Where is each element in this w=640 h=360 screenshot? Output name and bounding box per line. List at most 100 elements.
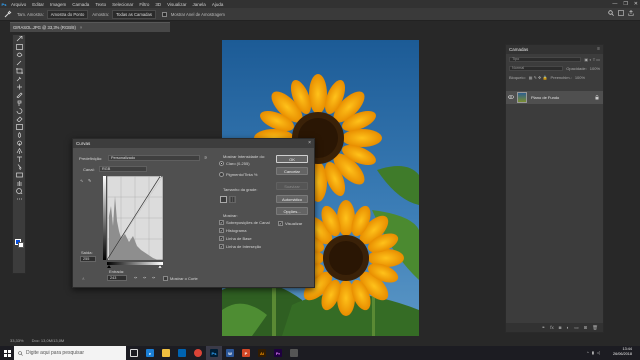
black-eyedropper-icon[interactable]: ✑ xyxy=(134,275,137,280)
lasso-tool-icon[interactable] xyxy=(13,51,25,59)
move-tool-icon[interactable] xyxy=(13,35,25,43)
menu-item-texto[interactable]: Texto xyxy=(92,2,109,7)
pen-tool-icon[interactable] xyxy=(13,147,25,155)
menu-item-ajuda[interactable]: Ajuda xyxy=(209,2,227,7)
pencil-tool-icon[interactable]: ✎ xyxy=(88,178,91,183)
task-view-icon[interactable] xyxy=(126,346,142,360)
gray-eyedropper-icon[interactable]: ✑ xyxy=(143,275,146,280)
preview-checkbox[interactable]: ✓ xyxy=(278,221,283,226)
powerpoint-icon[interactable]: P xyxy=(238,346,254,360)
type-tool-icon[interactable] xyxy=(13,155,25,163)
rectangle-tool-icon[interactable] xyxy=(13,171,25,179)
intersection-line-checkbox[interactable]: ✓ xyxy=(219,244,224,249)
windows-start-icon[interactable] xyxy=(0,346,14,360)
brush-tool-icon[interactable] xyxy=(13,91,25,99)
menu-item-imagem[interactable]: Imagem xyxy=(47,2,69,7)
fill-value[interactable]: 100% xyxy=(575,75,585,80)
link-layers-icon[interactable]: ⚭ xyxy=(542,325,546,331)
lock-icons[interactable]: ▦ ✎ ✥ 🔒 xyxy=(529,75,548,80)
input-field[interactable]: 243 xyxy=(107,275,127,281)
cancel-button[interactable]: Cancelar xyxy=(276,167,308,175)
gradient-tool-icon[interactable] xyxy=(13,123,25,131)
chrome-icon[interactable] xyxy=(190,346,206,360)
smooth-button[interactable]: Suavizar xyxy=(276,182,308,190)
menu-item-filtro[interactable]: Filtro xyxy=(136,2,152,7)
taskbar-clock[interactable]: 13:44 26/06/2018 xyxy=(613,347,632,357)
channel-overlays-checkbox[interactable]: ✓ xyxy=(219,220,224,225)
close-window-button[interactable]: ✕ xyxy=(634,0,638,8)
output-field[interactable]: 255 xyxy=(80,256,96,262)
ok-button[interactable]: OK xyxy=(276,155,308,163)
auto-button[interactable]: Automático xyxy=(276,195,308,203)
preset-gear-icon[interactable]: ✲ xyxy=(204,155,207,160)
search-icon[interactable] xyxy=(608,10,614,16)
pigment-radio[interactable] xyxy=(219,172,224,177)
quick-select-tool-icon[interactable] xyxy=(13,59,25,67)
share-icon[interactable] xyxy=(628,10,634,16)
system-tray[interactable]: ^ ▮ ◁ xyxy=(587,350,600,355)
network-icon[interactable]: ▮ xyxy=(592,350,594,355)
curves-graph[interactable] xyxy=(103,176,165,268)
clone-stamp-tool-icon[interactable] xyxy=(13,99,25,107)
show-clipping-checkbox[interactable] xyxy=(163,276,168,281)
sample-size-select[interactable]: Amostra do Ponto xyxy=(46,9,89,19)
volume-icon[interactable]: ◁ xyxy=(597,350,600,355)
delete-layer-icon[interactable]: 🗑 xyxy=(592,325,598,331)
new-group-icon[interactable]: ▭ xyxy=(574,325,578,331)
taskbar-search-box[interactable]: Digite aqui para pesquisar xyxy=(14,346,126,360)
blend-mode-select[interactable]: Normal xyxy=(509,66,564,71)
path-select-tool-icon[interactable] xyxy=(13,163,25,171)
eraser-tool-icon[interactable] xyxy=(13,115,25,123)
filter-icons[interactable]: ▣ ◐ T ▭ xyxy=(584,57,600,62)
crop-tool-icon[interactable] xyxy=(13,67,25,75)
menu-item-arquivo[interactable]: Arquivo xyxy=(8,2,29,7)
photoshop-taskbar-icon[interactable]: Ps xyxy=(206,346,222,360)
menu-item-editar[interactable]: Editar xyxy=(29,2,47,7)
eyedropper-tool-icon[interactable] xyxy=(13,75,25,83)
chevron-up-icon[interactable]: ^ xyxy=(587,350,589,355)
white-eyedropper-icon[interactable]: ✑ xyxy=(152,275,155,280)
curves-dialog-titlebar[interactable]: Curvas × xyxy=(73,139,314,148)
curve-control-point[interactable] xyxy=(159,176,162,178)
workspace-icon[interactable] xyxy=(618,10,624,16)
black-point-slider[interactable] xyxy=(107,265,111,268)
menu-item-selecionar[interactable]: Selecionar xyxy=(109,2,136,7)
layer-kind-filter[interactable]: Tipo xyxy=(509,57,582,62)
background-color-swatch[interactable] xyxy=(18,242,24,248)
light-radio[interactable] xyxy=(219,161,224,166)
sampling-ring-checkbox[interactable] xyxy=(161,11,167,17)
opacity-value[interactable]: 100% xyxy=(590,66,600,71)
store-icon[interactable] xyxy=(174,346,190,360)
edit-toolbar-tool-icon[interactable] xyxy=(13,195,25,203)
simple-grid-icon[interactable] xyxy=(220,196,227,203)
curve-point-tool-icon[interactable]: ∿ xyxy=(80,178,83,183)
new-layer-icon[interactable]: ⊞ xyxy=(584,325,588,331)
menu-item-visualizar[interactable]: Visualizar xyxy=(164,2,189,7)
dodge-tool-icon[interactable] xyxy=(13,139,25,147)
premiere-icon[interactable]: Pr xyxy=(270,346,286,360)
options-button[interactable]: Opções... xyxy=(276,207,308,215)
illustrator-icon[interactable]: Ai xyxy=(254,346,270,360)
minimize-button[interactable]: — xyxy=(612,0,617,8)
file-explorer-icon[interactable] xyxy=(158,346,174,360)
white-point-slider[interactable] xyxy=(157,264,163,268)
panel-menu-icon[interactable]: ≡ xyxy=(597,46,600,52)
detailed-grid-icon[interactable] xyxy=(229,196,236,203)
sample-select[interactable]: Todas as Camadas xyxy=(112,9,156,19)
layer-style-icon[interactable]: fx xyxy=(550,325,554,330)
zoom-tool-icon[interactable] xyxy=(13,187,25,195)
visibility-eye-icon[interactable] xyxy=(508,95,514,100)
curves-close-icon[interactable]: × xyxy=(308,140,311,146)
zoom-level[interactable]: 33,33% xyxy=(10,338,24,343)
document-close-icon[interactable]: × xyxy=(80,25,82,30)
word-icon[interactable]: W xyxy=(222,346,238,360)
adjustment-layer-icon[interactable]: ◐ xyxy=(567,325,570,330)
histogram-checkbox[interactable]: ✓ xyxy=(219,228,224,233)
marquee-tool-icon[interactable] xyxy=(13,43,25,51)
history-brush-tool-icon[interactable] xyxy=(13,107,25,115)
menu-item-camada[interactable]: Camada xyxy=(69,2,92,7)
hand-tool-icon[interactable] xyxy=(13,179,25,187)
blur-tool-icon[interactable] xyxy=(13,131,25,139)
app-icon[interactable] xyxy=(286,346,302,360)
document-tab[interactable]: GIRASOL.JPG @ 33,3% (RGB/8) × xyxy=(10,22,170,32)
